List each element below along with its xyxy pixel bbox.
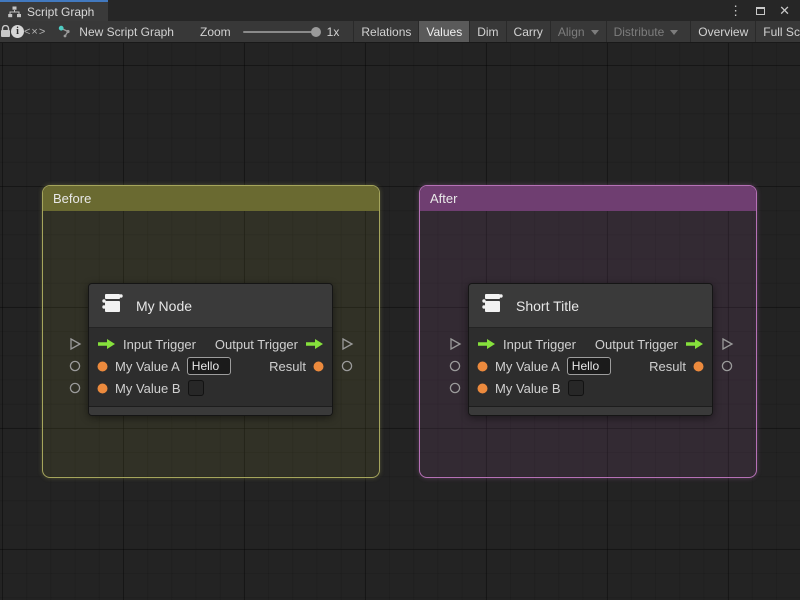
- flow-arrow-icon[interactable]: [97, 338, 116, 350]
- info-icon: i: [11, 25, 24, 38]
- value-a-input[interactable]: [566, 357, 611, 375]
- tab-script-graph[interactable]: Script Graph: [0, 0, 109, 21]
- flow-arrow-icon[interactable]: [477, 338, 496, 350]
- group-before-label: Before: [53, 191, 92, 206]
- unit-icon: [479, 291, 505, 320]
- value-dot-icon[interactable]: [97, 361, 108, 372]
- node-short-title[interactable]: Short Title Input Trigger Output Trigger…: [449, 283, 734, 416]
- trigger-row: Input Trigger Output Trigger: [469, 333, 712, 355]
- value-a-row: My Value A Result: [89, 355, 332, 377]
- zoom-value: 1x: [326, 24, 340, 39]
- group-after-header[interactable]: After: [420, 186, 756, 211]
- new-script-graph-button[interactable]: New Script Graph: [58, 25, 174, 39]
- value-a-input[interactable]: [186, 357, 231, 375]
- group-before-header[interactable]: Before: [43, 186, 379, 211]
- node-body: Input Trigger Output Trigger My Value A …: [469, 328, 712, 403]
- value-a-port[interactable]: [448, 359, 462, 373]
- zoom-control: Zoom 1x: [200, 25, 339, 39]
- relations-button[interactable]: Relations: [353, 21, 418, 42]
- fullscreen-button[interactable]: Full Screen: [755, 21, 800, 42]
- code-icon: <×>: [24, 25, 47, 38]
- graph-node-icon: [59, 25, 70, 38]
- info-button[interactable]: i: [11, 21, 24, 42]
- flow-arrow-icon[interactable]: [305, 338, 324, 350]
- carry-button[interactable]: Carry: [505, 21, 550, 42]
- unit-icon: [99, 291, 125, 320]
- output-trigger-port[interactable]: [340, 337, 354, 351]
- distribute-dropdown[interactable]: Distribute: [605, 21, 686, 42]
- node-body: Input Trigger Output Trigger My Value A …: [89, 328, 332, 403]
- maximize-icon[interactable]: [756, 6, 766, 15]
- node-my-node[interactable]: My Node Input Trigger Output Trigger My …: [69, 283, 354, 416]
- result-label: Result: [649, 358, 686, 374]
- overview-button[interactable]: Overview: [690, 21, 755, 42]
- value-a-row: My Value A Result: [469, 355, 712, 377]
- close-icon[interactable]: ✕: [779, 4, 790, 17]
- tab-bar: Script Graph ⋮ ✕: [0, 0, 800, 21]
- flow-arrow-icon[interactable]: [685, 338, 704, 350]
- zoom-label: Zoom: [199, 24, 231, 39]
- result-port[interactable]: [720, 359, 734, 373]
- value-dot-icon[interactable]: [97, 383, 108, 394]
- node-header[interactable]: Short Title: [469, 284, 712, 328]
- value-b-label: My Value B: [495, 380, 561, 396]
- value-b-row: My Value B: [89, 377, 332, 399]
- values-button[interactable]: Values: [418, 21, 470, 42]
- window-controls: ⋮ ✕: [729, 0, 800, 21]
- chevron-down-icon: [670, 30, 679, 35]
- result-port[interactable]: [340, 359, 354, 373]
- script-graph-window: Script Graph ⋮ ✕ i <×> New Script Graph …: [0, 0, 800, 600]
- zoom-slider[interactable]: [242, 26, 321, 37]
- new-script-graph-label: New Script Graph: [79, 24, 174, 39]
- value-a-port[interactable]: [68, 359, 82, 373]
- input-trigger-label: Input Trigger: [123, 336, 196, 352]
- value-b-port[interactable]: [68, 381, 82, 395]
- input-trigger-label: Input Trigger: [503, 336, 576, 352]
- tab-label: Script Graph: [27, 4, 95, 19]
- value-dot-icon[interactable]: [693, 361, 704, 372]
- trigger-row: Input Trigger Output Trigger: [89, 333, 332, 355]
- value-b-port[interactable]: [448, 381, 462, 395]
- value-dot-icon[interactable]: [477, 383, 488, 394]
- node-header[interactable]: My Node: [89, 284, 332, 328]
- code-view-button[interactable]: <×>: [24, 21, 47, 42]
- node-title: My Node: [136, 297, 193, 314]
- output-trigger-port[interactable]: [720, 337, 734, 351]
- menu-dots-icon[interactable]: ⋮: [729, 4, 742, 17]
- value-b-label: My Value B: [115, 380, 181, 396]
- toolbar-toggle-group: Relations Values Dim Carry Align Distrib…: [353, 21, 800, 42]
- align-dropdown[interactable]: Align: [549, 21, 606, 42]
- value-b-input[interactable]: [187, 380, 204, 396]
- input-trigger-port[interactable]: [68, 337, 82, 351]
- chevron-down-icon: [590, 30, 599, 35]
- value-dot-icon[interactable]: [313, 361, 324, 372]
- hierarchy-icon: [8, 6, 21, 18]
- dim-button[interactable]: Dim: [469, 21, 505, 42]
- value-b-input[interactable]: [567, 380, 584, 396]
- node-title: Short Title: [516, 297, 580, 314]
- node-footer: [89, 406, 332, 415]
- lock-button[interactable]: [0, 21, 11, 42]
- group-after-label: After: [430, 191, 458, 206]
- output-trigger-label: Output Trigger: [594, 336, 678, 352]
- graph-canvas[interactable]: Before After My Node Input Trigger Outpu…: [0, 43, 800, 600]
- zoom-slider-handle[interactable]: [310, 26, 321, 37]
- output-trigger-label: Output Trigger: [214, 336, 298, 352]
- value-dot-icon[interactable]: [477, 361, 488, 372]
- value-a-label: My Value A: [115, 358, 180, 374]
- result-label: Result: [269, 358, 306, 374]
- value-b-row: My Value B: [469, 377, 712, 399]
- node-footer: [469, 406, 712, 415]
- value-a-label: My Value A: [495, 358, 560, 374]
- graph-toolbar: i <×> New Script Graph Zoom 1x Relations…: [0, 21, 800, 43]
- input-trigger-port[interactable]: [448, 337, 462, 351]
